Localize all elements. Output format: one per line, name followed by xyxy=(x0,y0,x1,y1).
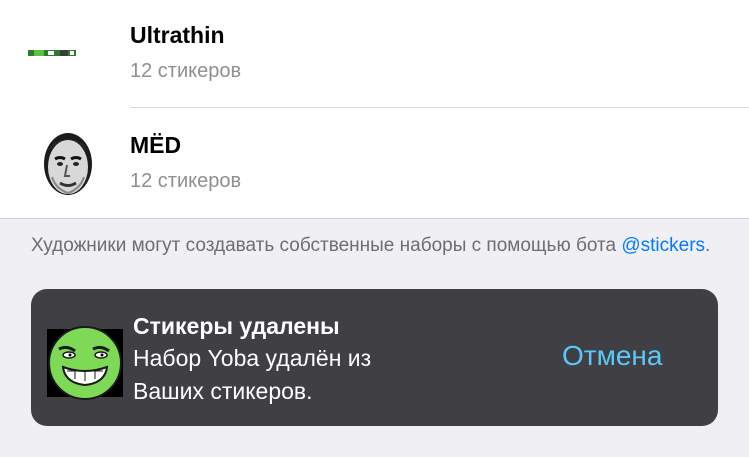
sticker-set-count: 12 стикеров xyxy=(130,170,242,192)
stickers-removed-toast: Стикеры удалены Набор Yoba удалён из Ваш… xyxy=(31,289,718,426)
toast-message-line-2: Ваших стикеров. xyxy=(133,378,313,404)
toast-message: Набор Yoba удалён из Ваших стикеров. xyxy=(133,342,463,408)
med-face-sticker-thumbnail-icon xyxy=(44,133,92,195)
stickers-bot-link[interactable]: @stickers xyxy=(621,235,705,256)
yoba-face-sticker-icon xyxy=(47,326,123,400)
sticker-set-row-med[interactable]: MЁD 12 стикеров xyxy=(0,109,749,217)
sticker-set-count: 12 стикеров xyxy=(130,60,242,82)
sticker-help-footer: Художники могут создавать собственные на… xyxy=(31,232,721,259)
toast-message-line-1: Набор Yoba удалён из xyxy=(133,345,372,371)
list-bottom-border xyxy=(0,218,749,219)
footer-text: Художники могут создавать собственные на… xyxy=(31,235,622,256)
sticker-set-row-ultrathin[interactable]: Ultrathin 12 стикеров xyxy=(0,0,749,108)
undo-cancel-button[interactable]: Отмена xyxy=(562,340,662,372)
sticker-settings-screen: Ultrathin 12 стикеров MЁD 12 стикеров Ху… xyxy=(0,0,749,457)
ultrathin-sticker-thumbnail-icon xyxy=(28,50,76,56)
sticker-sets-list: Ultrathin 12 стикеров MЁD 12 стикеров xyxy=(0,0,749,218)
sticker-set-title: MЁD xyxy=(130,132,182,158)
sticker-set-title: Ultrathin xyxy=(130,22,225,48)
row-separator xyxy=(130,107,749,108)
toast-title: Стикеры удалены xyxy=(133,313,340,339)
footer-text-end: . xyxy=(705,235,711,256)
